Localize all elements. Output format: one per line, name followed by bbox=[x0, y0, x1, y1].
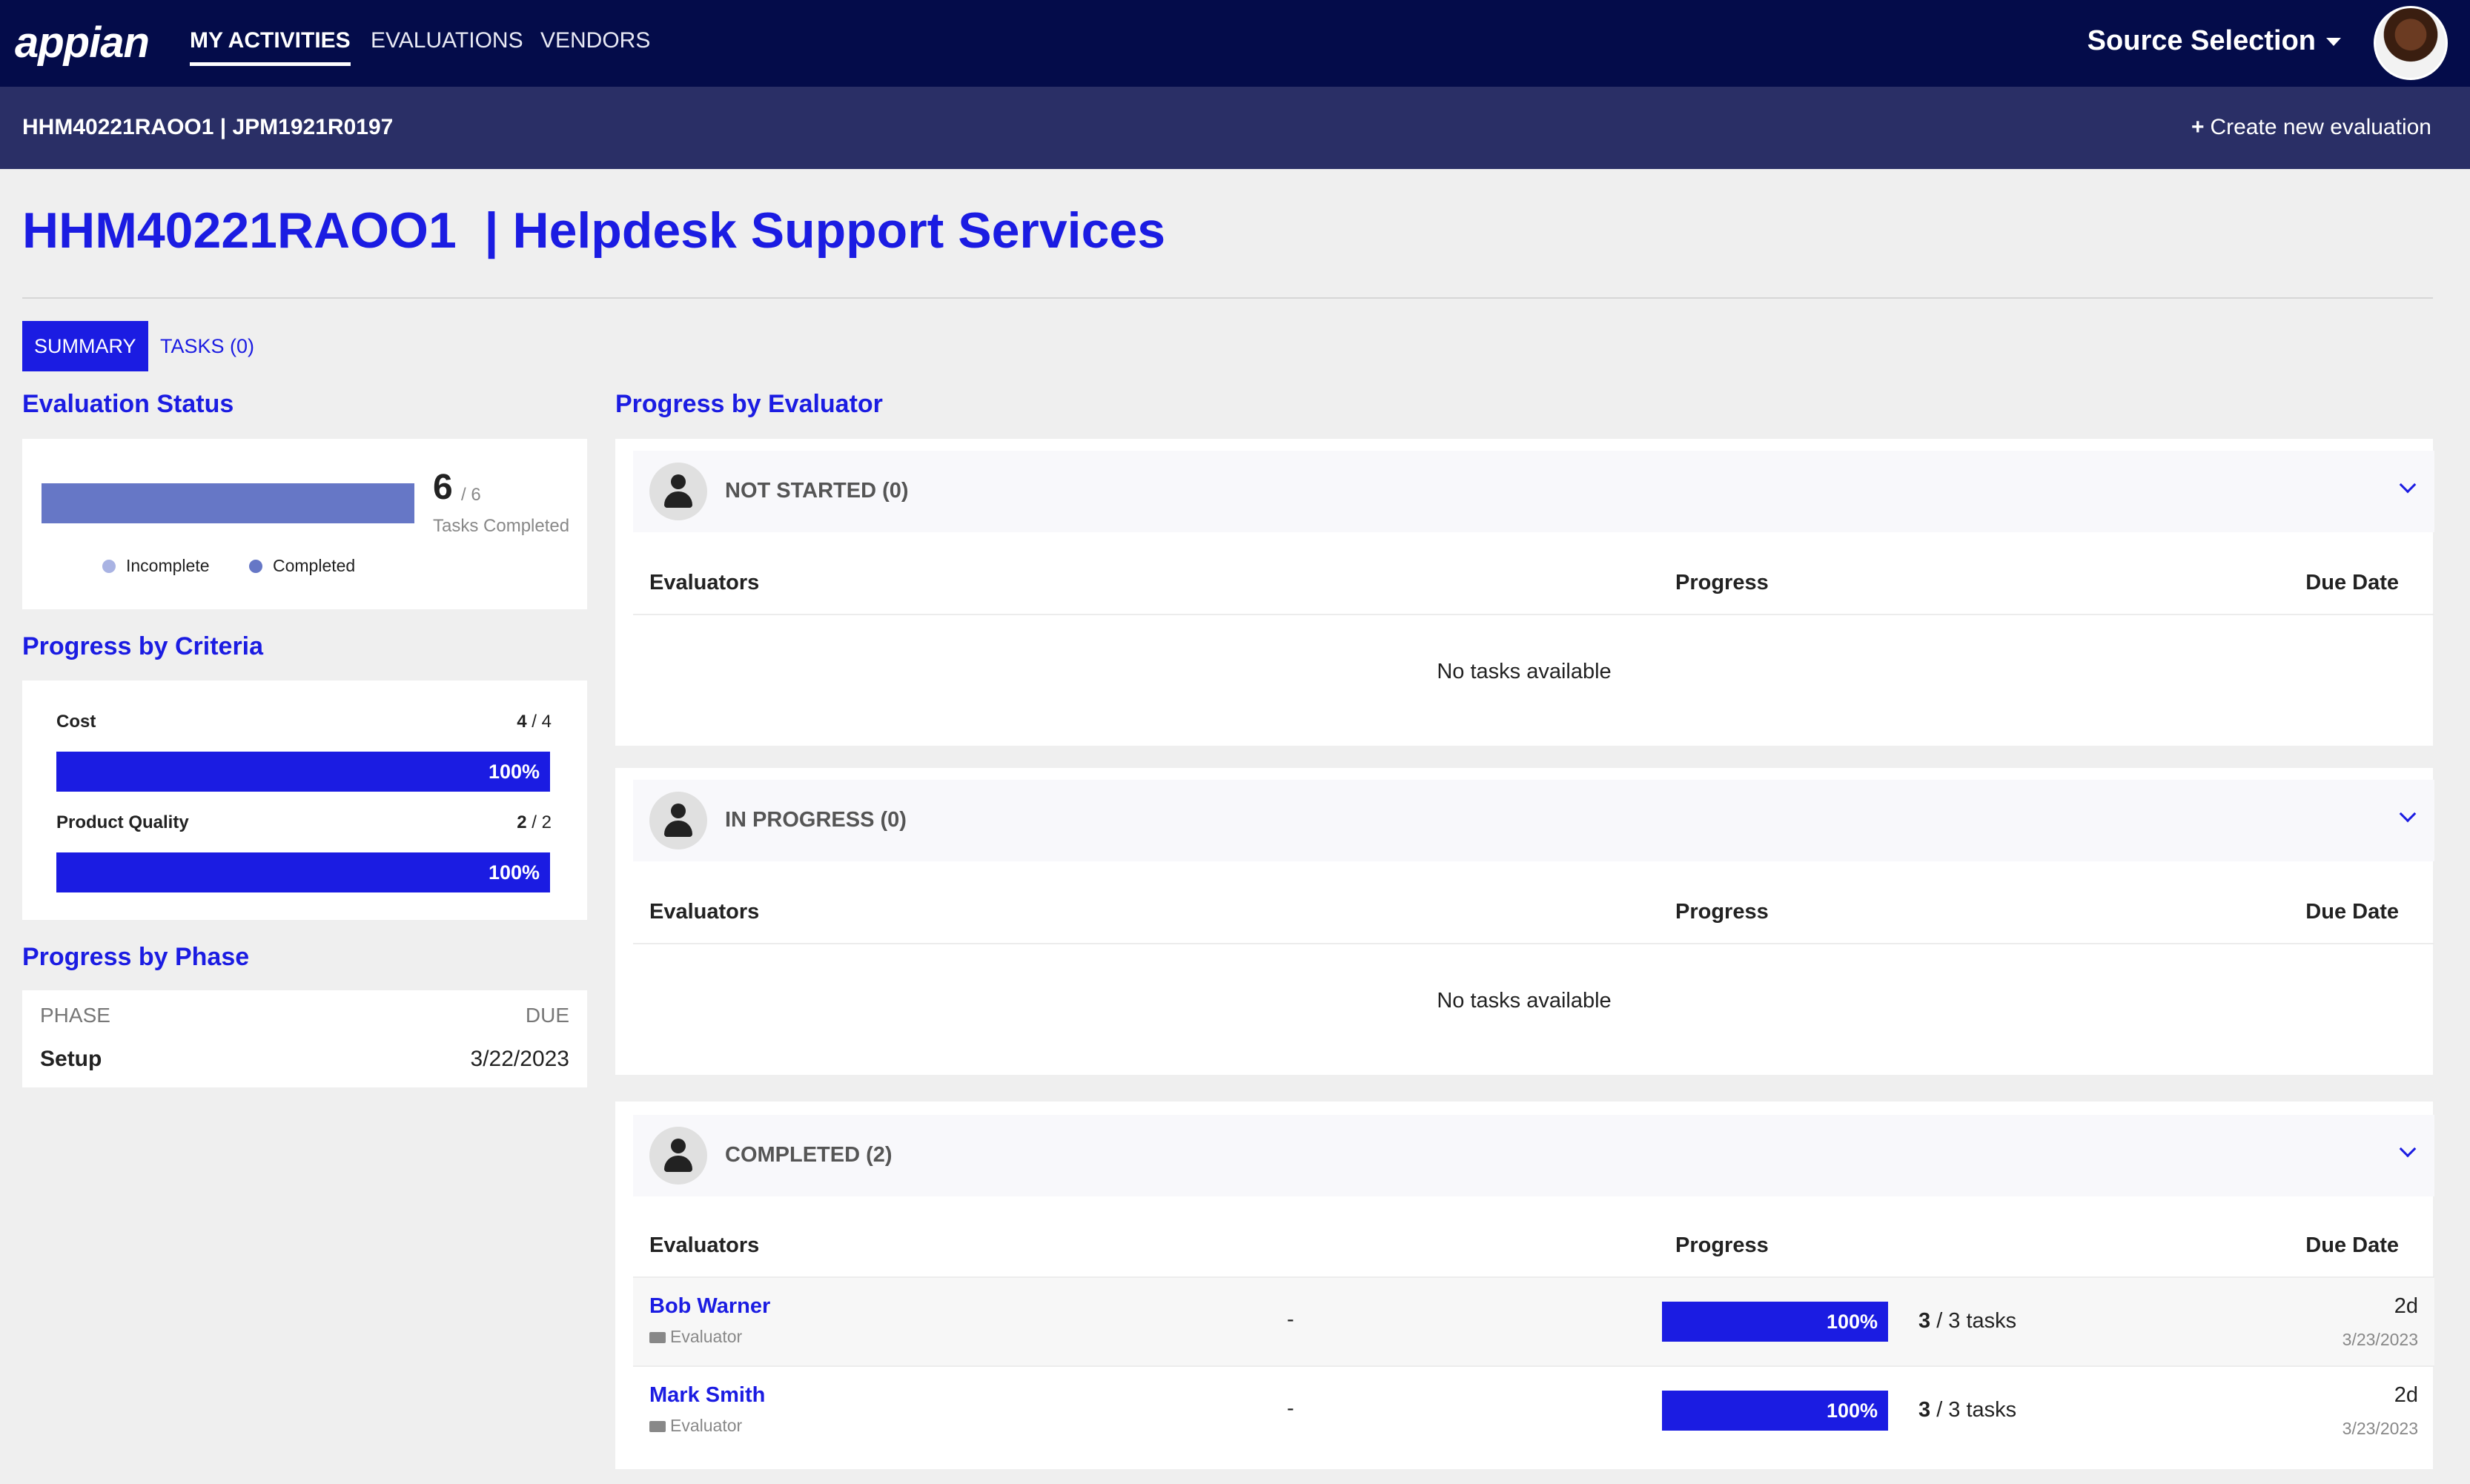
completed-count: 6 bbox=[433, 468, 453, 507]
evaluation-status-title: Evaluation Status bbox=[22, 390, 234, 418]
breadcrumb-bar: HHM40221RAOO1 | JPM1921R0197 + Create new… bbox=[0, 87, 2470, 169]
not-started-group: NOT STARTED (0) Evaluators Progress Due … bbox=[615, 439, 2434, 746]
phase-column-header: PHASE bbox=[40, 1004, 110, 1027]
evaluator-progress-bar: 100% bbox=[1662, 1302, 1888, 1342]
progress-by-evaluator-title: Progress by Evaluator bbox=[615, 390, 883, 418]
caret-down-icon bbox=[2326, 38, 2341, 47]
chevron-down-icon[interactable] bbox=[2399, 476, 2417, 494]
divider bbox=[633, 614, 2434, 615]
legend-label: Completed bbox=[273, 556, 356, 575]
top-navigation: appian MY ACTIVITIES EVALUATIONS VENDORS… bbox=[0, 0, 2470, 87]
evaluator-name-link[interactable]: Mark Smith bbox=[649, 1383, 765, 1408]
site-name: Source Selection bbox=[2087, 25, 2316, 56]
due-relative: 2d bbox=[2394, 1383, 2418, 1407]
evaluator-task-count: 3 / 3 tasks bbox=[1918, 1398, 2017, 1422]
group-label: NOT STARTED (0) bbox=[725, 479, 909, 503]
page-title: HHM40221RAOO1 | Helpdesk Support Service… bbox=[22, 202, 1166, 259]
no-tasks-message: No tasks available bbox=[1437, 989, 1612, 1013]
divider bbox=[633, 943, 2434, 944]
due-column-header: DUE bbox=[525, 1004, 569, 1027]
due-relative: 2d bbox=[2394, 1294, 2418, 1318]
briefcase-icon bbox=[649, 1332, 666, 1343]
phase-card: PHASE DUE Setup 3/22/2023 bbox=[22, 990, 587, 1087]
person-icon bbox=[649, 463, 707, 520]
evaluator-role: Evaluator bbox=[649, 1416, 742, 1436]
nav-evaluations[interactable]: EVALUATIONS bbox=[371, 28, 523, 53]
completed-dot-icon bbox=[249, 560, 262, 573]
criteria-card: Cost 4 / 4 100% Product Quality 2 / 2 10… bbox=[22, 680, 587, 920]
table-row: Mark Smith Evaluator - 100% 3 / 3 tasks … bbox=[633, 1367, 2434, 1454]
group-label: COMPLETED (2) bbox=[725, 1143, 893, 1167]
create-evaluation-button[interactable]: + Create new evaluation bbox=[2191, 115, 2431, 140]
phase-due-date: 3/22/2023 bbox=[470, 1047, 569, 1071]
in-progress-group: IN PROGRESS (0) Evaluators Progress Due … bbox=[615, 768, 2434, 1075]
legend-completed: Completed bbox=[249, 556, 355, 576]
plus-icon: + bbox=[2191, 115, 2205, 139]
tab-tasks[interactable]: TASKS (0) bbox=[148, 321, 266, 371]
divider bbox=[22, 297, 2433, 299]
briefcase-icon bbox=[649, 1421, 666, 1432]
evaluation-status-card: 6 / 6 Tasks Completed Incomplete Complet… bbox=[22, 439, 587, 609]
evaluator-name-link[interactable]: Bob Warner bbox=[649, 1294, 770, 1319]
progress-by-phase-title: Progress by Phase bbox=[22, 943, 250, 971]
group-label: IN PROGRESS (0) bbox=[725, 808, 907, 832]
due-date: 3/23/2023 bbox=[2342, 1419, 2418, 1438]
due-date-column-header: Due Date bbox=[2305, 571, 2399, 594]
incomplete-dot-icon bbox=[102, 560, 116, 573]
criteria-count: 2 / 2 bbox=[517, 812, 552, 832]
evaluators-column-header: Evaluators bbox=[649, 900, 760, 924]
evaluator-role: Evaluator bbox=[649, 1327, 742, 1347]
tab-summary[interactable]: SUMMARY bbox=[22, 321, 148, 371]
not-started-group-header[interactable]: NOT STARTED (0) bbox=[633, 451, 2434, 532]
due-date-column-header: Due Date bbox=[2305, 900, 2399, 924]
due-date: 3/23/2023 bbox=[2342, 1330, 2418, 1349]
avatar[interactable] bbox=[2374, 6, 2448, 80]
criteria-progress-bar: 100% bbox=[56, 852, 550, 892]
criteria-label: Product Quality bbox=[56, 812, 189, 832]
person-icon bbox=[649, 1127, 707, 1185]
nav-vendors[interactable]: VENDORS bbox=[540, 28, 650, 53]
due-date-column-header: Due Date bbox=[2305, 1233, 2399, 1257]
total-count: / 6 bbox=[461, 485, 481, 505]
table-row: Bob Warner Evaluator - 100% 3 / 3 tasks … bbox=[633, 1278, 2434, 1365]
chevron-down-icon[interactable] bbox=[2399, 805, 2417, 823]
site-switcher[interactable]: Source Selection bbox=[2087, 25, 2341, 57]
evaluators-column-header: Evaluators bbox=[649, 1233, 760, 1257]
placeholder-dash: - bbox=[1287, 1308, 1294, 1331]
completed-group: COMPLETED (2) Evaluators Progress Due Da… bbox=[615, 1102, 2434, 1469]
evaluator-task-count: 3 / 3 tasks bbox=[1918, 1309, 2017, 1333]
evaluators-column-header: Evaluators bbox=[649, 571, 760, 594]
appian-logo[interactable]: appian bbox=[15, 18, 150, 67]
progress-by-criteria-title: Progress by Criteria bbox=[22, 632, 264, 660]
person-icon bbox=[649, 792, 707, 849]
criteria-count: 4 / 4 bbox=[517, 712, 552, 732]
evaluator-progress-bar: 100% bbox=[1662, 1391, 1888, 1431]
progress-column-header: Progress bbox=[1675, 900, 1769, 924]
progress-column-header: Progress bbox=[1675, 1233, 1769, 1257]
create-evaluation-label: Create new evaluation bbox=[2210, 115, 2431, 139]
criteria-label: Cost bbox=[56, 712, 96, 732]
completed-group-header[interactable]: COMPLETED (2) bbox=[633, 1115, 2434, 1196]
legend-label: Incomplete bbox=[126, 556, 210, 575]
progress-column-header: Progress bbox=[1675, 571, 1769, 594]
criteria-progress-bar: 100% bbox=[56, 752, 550, 792]
phase-name: Setup bbox=[40, 1047, 102, 1071]
breadcrumb: HHM40221RAOO1 | JPM1921R0197 bbox=[22, 115, 394, 139]
in-progress-group-header[interactable]: IN PROGRESS (0) bbox=[633, 780, 2434, 861]
placeholder-dash: - bbox=[1287, 1397, 1294, 1420]
chevron-down-icon[interactable] bbox=[2399, 1140, 2417, 1158]
no-tasks-message: No tasks available bbox=[1437, 660, 1612, 683]
legend-incomplete: Incomplete bbox=[102, 556, 210, 576]
nav-my-activities[interactable]: MY ACTIVITIES bbox=[190, 28, 351, 66]
status-bar bbox=[42, 483, 414, 523]
tasks-completed-caption: Tasks Completed bbox=[433, 516, 570, 536]
